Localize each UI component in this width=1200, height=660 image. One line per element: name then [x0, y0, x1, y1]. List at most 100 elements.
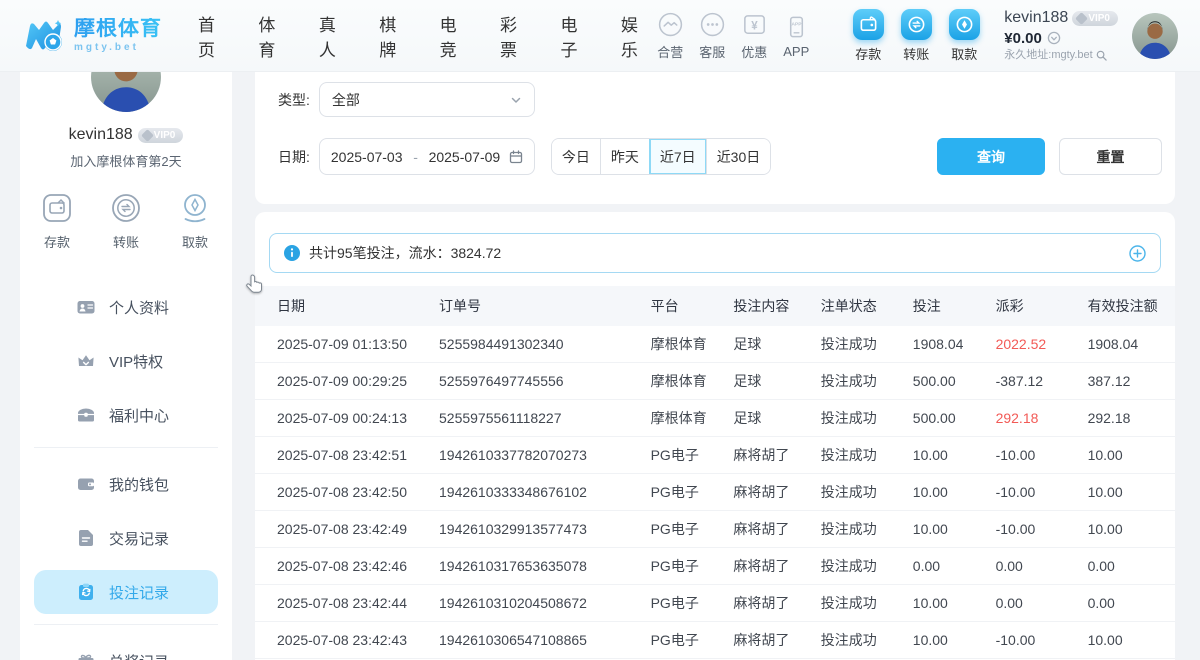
- magnifier-icon[interactable]: [1096, 50, 1107, 61]
- cell-payout: -10.00: [996, 447, 1088, 463]
- table-row-2[interactable]: 2025-07-09 00:24:13 5255975561118227 摩根体…: [255, 400, 1175, 437]
- cell-date: 2025-07-09 00:24:13: [255, 410, 439, 426]
- cell-platform: PG电子: [651, 519, 734, 539]
- cell-order-number: 1942610333348676102: [439, 484, 651, 500]
- expand-button[interactable]: [1129, 245, 1146, 262]
- table-row-0[interactable]: 2025-07-09 01:13:50 5255984491302340 摩根体…: [255, 326, 1175, 363]
- withdraw-button[interactable]: 取款: [940, 9, 988, 63]
- nav-menu-item-4[interactable]: 电竞: [440, 11, 469, 61]
- table-header-row: 日期订单号平台投注内容注单状态投注派彩有效投注额: [255, 286, 1175, 326]
- sidebar-item-wallet[interactable]: 我的钱包: [34, 462, 218, 506]
- column-header-5: 投注: [913, 296, 996, 316]
- range-button-1[interactable]: 昨天: [600, 139, 649, 174]
- cell-status: 投注成功: [821, 334, 913, 354]
- cell-bet: 10.00: [913, 595, 996, 611]
- transfer-button[interactable]: 转账: [892, 9, 940, 63]
- type-select[interactable]: 全部: [319, 82, 535, 117]
- date-range-picker[interactable]: 2025-07-03 - 2025-07-09: [319, 138, 535, 175]
- cell-bet: 10.00: [913, 521, 996, 537]
- sidebar-item-bet-records[interactable]: 投注记录: [34, 570, 218, 614]
- join-days-text: 加入摩根体育第2天: [70, 151, 181, 170]
- cell-valid-bet: 10.00: [1088, 447, 1175, 463]
- phone-icon: APP: [783, 13, 810, 43]
- cell-bet: 10.00: [913, 484, 996, 500]
- cell-payout: 2022.52: [996, 336, 1088, 352]
- cell-valid-bet: 10.00: [1088, 484, 1175, 500]
- type-select-value: 全部: [332, 90, 360, 110]
- table-row-7[interactable]: 2025-07-08 23:42:44 1942610310204508672 …: [255, 585, 1175, 622]
- cell-valid-bet: 0.00: [1088, 558, 1175, 574]
- site-logo[interactable]: 摩根体育 mgty.bet: [22, 14, 184, 58]
- cell-platform: PG电子: [651, 630, 734, 650]
- nav-menu-item-3[interactable]: 棋牌: [379, 11, 408, 61]
- nav-menu-item-6[interactable]: 电子: [560, 11, 589, 61]
- nav-menu-item-0[interactable]: 首页: [198, 11, 227, 61]
- table-row-8[interactable]: 2025-07-08 23:42:43 1942610306547108865 …: [255, 622, 1175, 659]
- range-button-3[interactable]: 近30日: [706, 139, 771, 174]
- cell-valid-bet: 1908.04: [1088, 336, 1175, 352]
- table-row-3[interactable]: 2025-07-08 23:42:51 1942610337782070273 …: [255, 437, 1175, 474]
- table-row-1[interactable]: 2025-07-09 00:29:25 5255976497745556 摩根体…: [255, 363, 1175, 400]
- logo-icon: [22, 14, 66, 58]
- type-label: 类型:: [278, 90, 310, 110]
- nav-menu-item-5[interactable]: 彩票: [500, 11, 529, 61]
- cell-valid-bet: 10.00: [1088, 521, 1175, 537]
- cell-order-number: 5255976497745556: [439, 373, 651, 389]
- nav-menu-item-1[interactable]: 体育: [258, 11, 287, 61]
- cell-order-number: 1942610317653635078: [439, 558, 651, 574]
- cell-status: 投注成功: [821, 630, 913, 650]
- sidebar-item-vip[interactable]: VIP特权: [34, 339, 218, 383]
- svg-text:APP: APP: [791, 22, 802, 28]
- sidebar-item-redeem[interactable]: R 兑奖记录: [34, 639, 218, 660]
- sidebar-item-welfare[interactable]: 福利中心: [34, 393, 218, 437]
- sidebar-item-label: 投注记录: [109, 582, 169, 603]
- table-row-4[interactable]: 2025-07-08 23:42:50 1942610333348676102 …: [255, 474, 1175, 511]
- avatar-image: [1132, 13, 1178, 59]
- nav-menu-item-2[interactable]: 真人: [319, 11, 348, 61]
- cell-platform: 摩根体育: [651, 334, 734, 354]
- support-link[interactable]: 客服: [692, 11, 732, 61]
- range-button-0[interactable]: 今日: [552, 139, 600, 174]
- sidebar-transfer-button[interactable]: 转账: [108, 190, 144, 251]
- table-row-5[interactable]: 2025-07-08 23:42:49 1942610329913577473 …: [255, 511, 1175, 548]
- cell-content: 足球: [733, 408, 820, 428]
- table-row-6[interactable]: 2025-07-08 23:42:46 1942610317653635078 …: [255, 548, 1175, 585]
- info-icon: [284, 245, 300, 261]
- username: kevin188: [1004, 9, 1068, 27]
- cell-date: 2025-07-09 01:13:50: [255, 336, 439, 352]
- sidebar-item-profile[interactable]: 个人资料: [34, 285, 218, 329]
- sidebar-item-transactions[interactable]: 交易记录: [34, 516, 218, 560]
- reset-button[interactable]: 重置: [1059, 138, 1162, 175]
- cell-bet: 10.00: [913, 632, 996, 648]
- app-link[interactable]: APP APP: [776, 13, 816, 59]
- sidebar-deposit-button[interactable]: 存款: [39, 190, 75, 251]
- column-header-1: 订单号: [439, 296, 651, 316]
- query-button[interactable]: 查询: [937, 138, 1045, 175]
- user-avatar[interactable]: [1132, 13, 1178, 59]
- cell-payout: 0.00: [996, 558, 1088, 574]
- cell-bet: 500.00: [913, 410, 996, 426]
- partner-link[interactable]: 合营: [650, 11, 690, 61]
- cell-order-number: 1942610310204508672: [439, 595, 651, 611]
- range-button-2[interactable]: 近7日: [649, 139, 706, 174]
- promo-link[interactable]: ¥ 优惠: [734, 11, 774, 61]
- sidebar-withdraw-button[interactable]: 取款: [177, 190, 213, 251]
- nav-menu-item-7[interactable]: 娱乐: [621, 11, 650, 61]
- cell-payout: 292.18: [996, 410, 1088, 426]
- user-info-block[interactable]: kevin188 VIP0 ¥0.00 永久地址:mgty.bet: [1004, 9, 1118, 61]
- cell-order-number: 1942610329913577473: [439, 521, 651, 537]
- cell-status: 投注成功: [821, 482, 913, 502]
- cell-platform: PG电子: [651, 482, 734, 502]
- column-header-2: 平台: [651, 296, 734, 316]
- cell-date: 2025-07-08 23:42:49: [255, 521, 439, 537]
- treasure-box-icon: [76, 405, 96, 425]
- deposit-button[interactable]: 存款: [844, 9, 892, 63]
- cell-platform: PG电子: [651, 556, 734, 576]
- cell-platform: PG电子: [651, 445, 734, 465]
- main-content: 类型: 全部 日期: 2025-07-03 - 2025-07-09 今日昨天近…: [255, 72, 1175, 660]
- refresh-balance-icon[interactable]: [1047, 31, 1061, 45]
- column-header-7: 有效投注额: [1088, 296, 1175, 316]
- navbar-right: 合营 客服 ¥ 优惠 APP APP 存款: [650, 9, 1178, 63]
- vip-badge: VIP0: [1072, 11, 1118, 27]
- summary-bar: 共计95笔投注，流水：3824.72: [269, 233, 1161, 273]
